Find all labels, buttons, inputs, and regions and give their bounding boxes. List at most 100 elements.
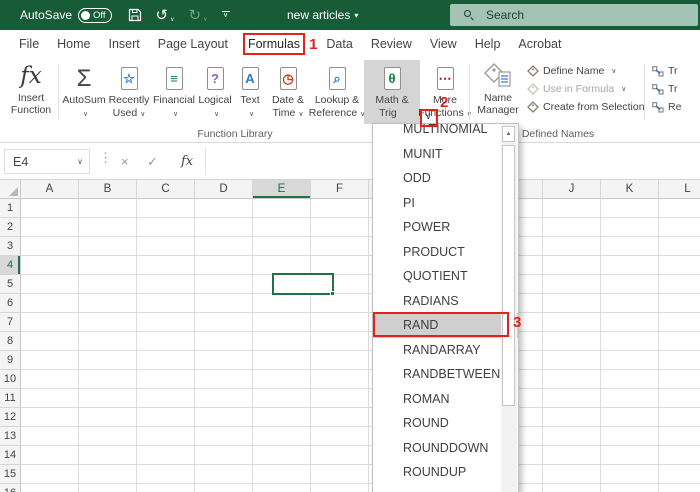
row-header[interactable]: 1 (0, 199, 21, 218)
ribbon-function-button[interactable]: ⌕ Lookup & Reference ∨ (309, 60, 365, 124)
selected-cell-E4[interactable] (272, 273, 335, 296)
ribbon-function-button[interactable]: ☆ Recently Used ∨ (106, 60, 152, 124)
row-header[interactable]: 12 (0, 408, 21, 427)
row-header[interactable]: 9 (0, 351, 21, 370)
function-icon: ◷ (279, 67, 297, 90)
dropdown-item[interactable]: PRODUCT (373, 240, 518, 265)
tab-formulas[interactable]: Formulas (242, 33, 306, 55)
undo-button[interactable]: ↺ ∨ (156, 8, 175, 23)
row-header[interactable]: 11 (0, 389, 21, 408)
customize-toolbar-button[interactable]: ∨ (221, 11, 230, 19)
dropdown-item[interactable]: MUNIT (373, 142, 518, 167)
quick-access-toolbar: ↺ ∨ ↻ ∨ ∨ (128, 8, 230, 23)
dropdown-arrow-icon[interactable]: ∨ (298, 111, 303, 118)
tab-review[interactable]: Review (362, 37, 421, 51)
row-header[interactable]: 13 (0, 427, 21, 446)
column-header[interactable]: A (21, 180, 79, 199)
dropdown-item[interactable]: PI (373, 191, 518, 216)
redo-button[interactable]: ↻ ∨ (189, 8, 208, 23)
column-header[interactable]: L (659, 180, 700, 199)
dropdown-item[interactable]: RADIANS (373, 289, 518, 314)
formula-auditing-command[interactable]: Re (652, 98, 700, 116)
tab-help[interactable]: Help (466, 37, 510, 51)
dropdown-item[interactable]: POWER (373, 215, 518, 240)
insert-function-fx-button[interactable]: fx (181, 149, 193, 174)
dropdown-item[interactable]: MULTINOMIAL (373, 124, 518, 142)
tab-page-layout[interactable]: Page Layout (149, 37, 237, 51)
dropdown-arrow-icon[interactable]: ∨ (214, 111, 219, 118)
fill-handle[interactable] (330, 291, 335, 296)
column-header[interactable]: J (543, 180, 601, 199)
row-header[interactable]: 3 (0, 237, 21, 256)
save-icon[interactable] (128, 8, 142, 22)
dropdown-item[interactable]: ROUNDDOWN (373, 436, 518, 461)
dropdown-arrow-icon[interactable]: ∨ (83, 111, 88, 118)
row-header[interactable]: 7 (0, 313, 21, 332)
ribbon-function-button[interactable]: Σ AutoSum ∨ (62, 60, 106, 124)
tab-acrobat[interactable]: Acrobat (509, 37, 570, 51)
row-header[interactable]: 8 (0, 332, 21, 351)
tab-file[interactable]: File (10, 37, 48, 51)
scrollbar-up-button[interactable]: ▲ (502, 126, 515, 142)
enter-button[interactable]: ✓ (147, 149, 158, 174)
formula-auditing-command[interactable]: Tr (652, 80, 700, 98)
formula-auditing-command[interactable]: Tr (652, 62, 700, 80)
dropdown-arrow-icon[interactable]: ∨ (621, 85, 626, 93)
document-title[interactable]: new articles ▾ (287, 0, 358, 30)
defined-names-command-label: Use in Formula (543, 83, 615, 95)
dropdown-arrow-icon[interactable]: ∨ (249, 111, 254, 118)
row-header[interactable]: 6 (0, 294, 21, 313)
row-header[interactable]: 16 (0, 484, 21, 492)
ribbon-function-button[interactable]: ? Logical ∨ (196, 60, 234, 124)
row-header[interactable]: 4 (0, 256, 21, 275)
dropdown-item[interactable]: RANDBETWEEN (373, 362, 518, 387)
tab-data[interactable]: Data (317, 37, 361, 51)
formula-bar-resize-handle[interactable]: ⋮ (99, 150, 112, 166)
tab-home[interactable]: Home (48, 37, 99, 51)
autosave-switch[interactable]: Off (78, 7, 112, 23)
column-header[interactable]: E (253, 180, 311, 199)
autosave-toggle[interactable]: AutoSave Off (20, 7, 112, 23)
function-label-line1: Logical (198, 94, 232, 106)
row-headers: 1234567891011121314151617 (0, 199, 21, 492)
dropdown-arrow-icon[interactable]: ∨ (140, 111, 145, 118)
dropdown-item[interactable]: QUOTIENT (373, 264, 518, 289)
insert-function-button[interactable]: fx Insert Function (5, 60, 57, 124)
ribbon-function-button[interactable]: A Text ∨ (234, 60, 266, 124)
dropdown-item[interactable]: ODD (373, 166, 518, 191)
row-header[interactable]: 5 (0, 275, 21, 294)
ribbon-function-button[interactable]: θ Math & Trig∨ (364, 60, 420, 124)
defined-names-command[interactable]: Create from Selection ∨ (527, 98, 645, 116)
cells-area[interactable] (21, 199, 700, 492)
ribbon-function-button[interactable]: ≡ Financial ∨ (152, 60, 196, 124)
search-box[interactable]: Search (450, 4, 698, 26)
dropdown-item[interactable]: ROMAN (373, 387, 518, 412)
defined-names-command[interactable]: Define Name ∨ (527, 62, 645, 80)
defined-names-command[interactable]: Use in Formula ∨ (527, 80, 645, 98)
dropdown-arrow-icon[interactable]: ∨ (611, 67, 616, 75)
defined-names-commands: Define Name ∨ Use in Formula ∨ Create fr… (527, 62, 645, 116)
select-all-corner[interactable] (0, 180, 21, 199)
row-header[interactable]: 2 (0, 218, 21, 237)
tab-view[interactable]: View (421, 37, 466, 51)
dropdown-item[interactable]: ROUND (373, 411, 518, 436)
row-header[interactable]: 15 (0, 465, 21, 484)
row-header[interactable]: 14 (0, 446, 21, 465)
column-header[interactable]: F (311, 180, 369, 199)
column-header[interactable]: B (79, 180, 137, 199)
name-box[interactable]: E4 ∨ (4, 149, 90, 174)
tab-insert[interactable]: Insert (100, 37, 149, 51)
dropdown-item[interactable]: ROUNDUP (373, 460, 518, 485)
row-header[interactable]: 10 (0, 370, 21, 389)
cancel-button[interactable]: × (121, 149, 129, 174)
name-box-dropdown-icon[interactable]: ∨ (77, 157, 83, 166)
dropdown-arrow-icon[interactable]: ∨ (173, 111, 178, 118)
dropdown-item[interactable]: RANDARRAY (373, 338, 518, 363)
column-header[interactable]: D (195, 180, 253, 199)
name-manager-button[interactable]: Name Manager (473, 60, 523, 124)
scrollbar-thumb[interactable] (502, 145, 515, 406)
ribbon-function-button[interactable]: ◷ Date & Time ∨ (266, 60, 310, 124)
dropdown-scrollbar[interactable]: ▲ (501, 124, 517, 492)
column-header[interactable]: C (137, 180, 195, 199)
column-header[interactable]: K (601, 180, 659, 199)
